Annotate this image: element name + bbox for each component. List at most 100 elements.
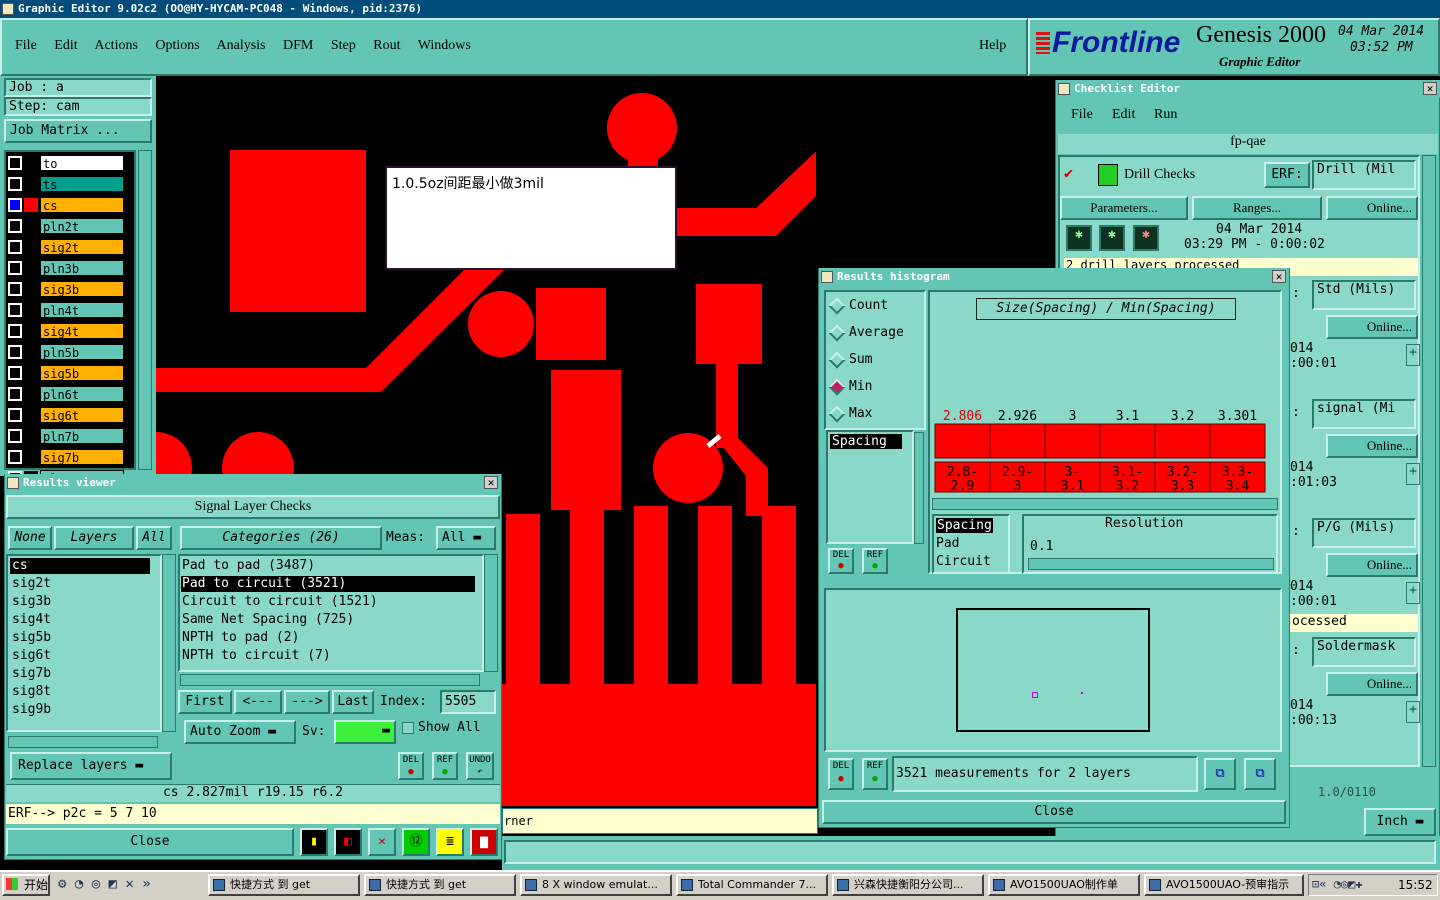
units-dropdown[interactable]: Inch ▬	[1364, 808, 1436, 836]
layer-row-sig7b[interactable]: sig7b	[8, 449, 124, 465]
layer-checkbox[interactable]	[8, 345, 22, 359]
histogram-bar[interactable]	[1209, 423, 1266, 459]
layer-row-ts[interactable]: ts	[8, 176, 124, 192]
taskbar-item[interactable]: 快捷方式 到 get	[208, 874, 360, 896]
taskbar-item[interactable]: 兴森快捷衡阳分公司...	[832, 874, 984, 896]
layer-row-pln6t[interactable]: pln6t	[8, 386, 124, 402]
measure-list-item-selected[interactable]: Spacing	[830, 434, 902, 449]
histogram-chart[interactable]: 2.8062.8-2.92.9262.9-333-3.13.13.1-3.23.…	[930, 400, 1270, 500]
layer-row-pln7b[interactable]: pln7b	[8, 428, 124, 444]
results-layer-item[interactable]: sig8t	[10, 684, 150, 700]
tray-icons[interactable]: ⊡« ◔◎◩✚	[1312, 877, 1363, 891]
histogram-bar[interactable]	[934, 423, 991, 459]
index-input[interactable]: 5505	[440, 690, 496, 714]
option-max[interactable]: Max	[849, 406, 872, 421]
expand-icon[interactable]: +	[1406, 344, 1420, 366]
measure-scrollbar[interactable]	[914, 432, 924, 544]
layer-scrollbar[interactable]	[138, 150, 152, 470]
category-hscroll[interactable]	[180, 674, 480, 686]
online-button[interactable]: Online...	[1326, 315, 1418, 339]
category-item[interactable]: NPTH to pad (2)	[181, 630, 475, 646]
histogram-bar[interactable]	[1154, 423, 1211, 459]
erf-value[interactable]: P/G (Mils)	[1312, 518, 1416, 548]
ref-button[interactable]: REF ●	[862, 758, 888, 790]
ranges-button[interactable]: Ranges...	[1192, 196, 1322, 220]
taskbar-item[interactable]: 8 X window emulat...	[520, 874, 672, 896]
histogram-close-button[interactable]: Close	[822, 800, 1286, 824]
results-layer-item[interactable]: cs	[10, 558, 150, 574]
histogram-hscroll[interactable]	[932, 498, 1278, 510]
layer-list-scrollbar[interactable]	[162, 554, 176, 732]
results-layer-item[interactable]: sig3b	[10, 594, 150, 610]
tool-icon[interactable]: ◧	[334, 828, 362, 856]
first-button[interactable]: First	[178, 690, 232, 714]
checklist-menu-edit[interactable]: Edit	[1112, 107, 1135, 123]
layer-row-cs[interactable]: cs	[8, 197, 124, 213]
option-count[interactable]: Count	[849, 298, 888, 313]
histogram-icon[interactable]: ▆	[470, 828, 498, 856]
layer-checkbox[interactable]	[8, 324, 22, 338]
layer-checkbox[interactable]	[8, 240, 22, 254]
menu-step[interactable]: Step	[331, 38, 356, 53]
last-button[interactable]: Last	[332, 690, 374, 714]
layer-checkbox[interactable]	[8, 429, 22, 443]
results-layer-item[interactable]: sig7b	[10, 666, 150, 682]
job-matrix-button[interactable]: Job Matrix ...	[4, 119, 152, 143]
tool-icon[interactable]: ▮	[300, 828, 328, 856]
menu-file[interactable]: File	[15, 38, 37, 53]
command-line[interactable]	[502, 808, 818, 834]
checklist-menu-file[interactable]: File	[1071, 107, 1093, 123]
ref-button[interactable]: REF ●	[432, 752, 458, 780]
menu-options[interactable]: Options	[155, 38, 199, 53]
resolution-slider[interactable]	[1028, 558, 1274, 570]
tool-icon[interactable]: ⑫	[402, 828, 430, 856]
close-icon[interactable]: ✕	[484, 476, 498, 489]
online-button[interactable]: Online...	[1326, 196, 1418, 220]
prev-button[interactable]: <---	[234, 690, 282, 714]
sub-item-circuit[interactable]: Circuit	[936, 554, 991, 569]
layer-row-pln5b[interactable]: pln5b	[8, 344, 124, 360]
layer-row-sig4t[interactable]: sig4t	[8, 323, 124, 339]
taskbar-item[interactable]: AVO1500UAO-预审指示	[1144, 874, 1304, 896]
results-layer-item[interactable]: sig6t	[10, 648, 150, 664]
tool-icon[interactable]: ≣	[436, 828, 464, 856]
taskbar-item[interactable]: Total Commander 7...	[676, 874, 828, 896]
histogram-bar[interactable]	[1044, 423, 1101, 459]
menu-rout[interactable]: Rout	[373, 38, 400, 53]
online-button[interactable]: Online...	[1326, 553, 1418, 577]
results-layer-item[interactable]: sig5b	[10, 630, 150, 646]
checklist-scrollbar[interactable]	[1422, 155, 1436, 767]
layer-checkbox[interactable]	[8, 408, 22, 422]
close-icon[interactable]: ✕	[1423, 82, 1437, 95]
show-all-checkbox[interactable]	[402, 722, 414, 734]
layer-checkbox[interactable]	[8, 261, 22, 275]
category-item[interactable]: Circuit to circuit (1521)	[181, 594, 475, 610]
taskbar-item[interactable]: AVO1500UAO制作单	[988, 874, 1140, 896]
layer-row-sig6t[interactable]: sig6t	[8, 407, 124, 423]
histogram-bar[interactable]	[1099, 423, 1156, 459]
del-button[interactable]: DEL ●	[828, 758, 854, 790]
layer-checkbox[interactable]	[8, 303, 22, 317]
category-item[interactable]: Same Net Spacing (725)	[181, 612, 475, 628]
expand-icon[interactable]: +	[1406, 463, 1420, 485]
run-icon[interactable]: ✱	[1066, 225, 1092, 251]
del-button[interactable]: DEL ●	[828, 548, 854, 574]
none-button[interactable]: None	[8, 526, 52, 550]
layer-row-sig2t[interactable]: sig2t	[8, 239, 124, 255]
option-sum[interactable]: Sum	[849, 352, 872, 367]
layer-row-pln2t[interactable]: pln2t	[8, 218, 124, 234]
histogram-bar[interactable]	[989, 423, 1046, 459]
menu-dfm[interactable]: DFM	[283, 38, 313, 53]
category-item[interactable]: Pad to pad (3487)	[181, 558, 475, 574]
layer-checkbox[interactable]	[8, 387, 22, 401]
quick-launch-icons[interactable]: ⚙ ◔ ◎ ◩ ✕ »	[58, 876, 188, 896]
layer-row-sig3b[interactable]: sig3b	[8, 281, 124, 297]
expand-icon[interactable]: +	[1406, 582, 1420, 604]
ref-button[interactable]: REF ●	[862, 548, 888, 574]
zoom-in-icon[interactable]: ⧉	[1204, 758, 1236, 790]
results-layer-item[interactable]: sig4t	[10, 612, 150, 628]
next-button[interactable]: --->	[284, 690, 330, 714]
sub-item-pad[interactable]: Pad	[936, 536, 959, 551]
erf-value[interactable]: Std (Mils)	[1312, 280, 1416, 310]
checklist-menu-run[interactable]: Run	[1154, 107, 1177, 123]
